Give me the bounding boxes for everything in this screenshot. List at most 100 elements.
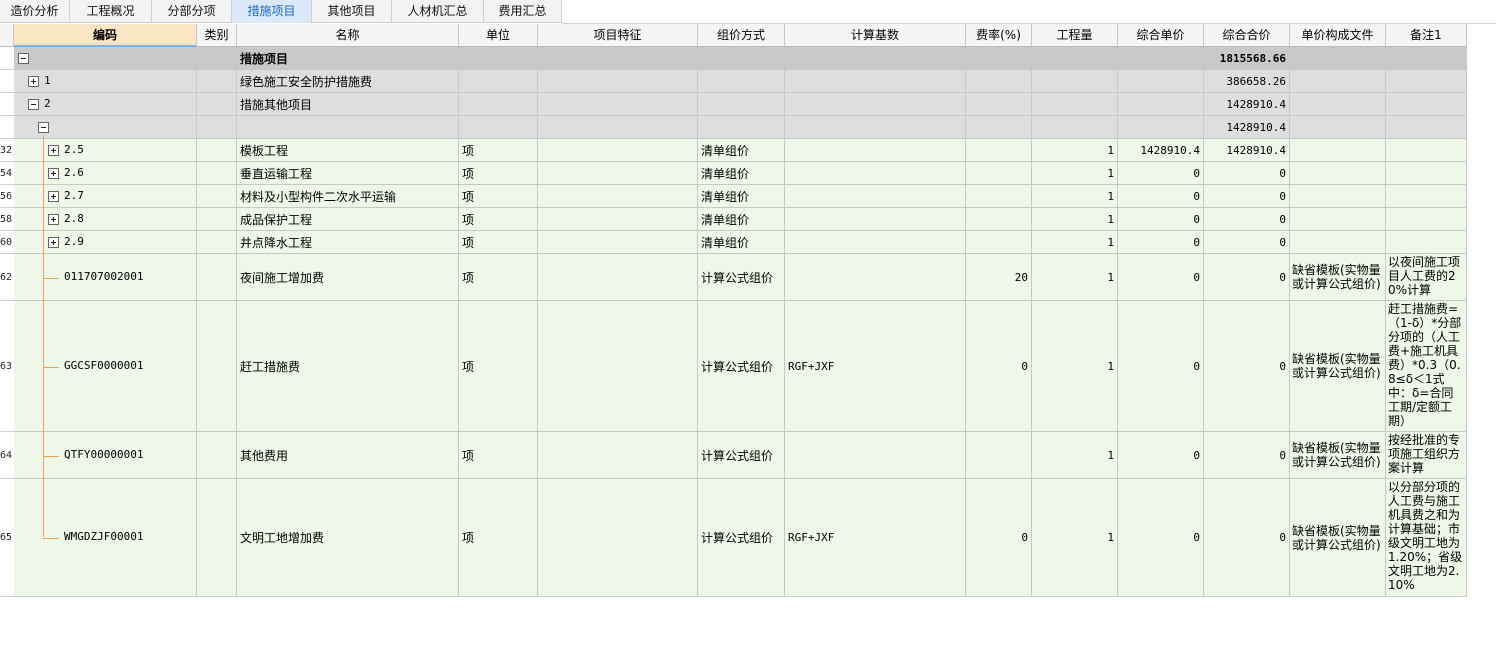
cell-name[interactable]: 垂直运输工程: [237, 162, 459, 185]
cell-rate[interactable]: [966, 162, 1032, 185]
tab-project-overview[interactable]: 工程概况: [70, 0, 152, 23]
cell-name[interactable]: 模板工程: [237, 139, 459, 162]
cell-base[interactable]: [785, 70, 966, 93]
col-price-file-header[interactable]: 单价构成文件: [1290, 24, 1386, 47]
cell-feature[interactable]: [538, 254, 698, 301]
cell-name[interactable]: 绿色施工安全防护措施费: [237, 70, 459, 93]
cell-unit[interactable]: 项: [459, 254, 538, 301]
cell-unit-price[interactable]: 0: [1118, 254, 1204, 301]
cell-total[interactable]: 1428910.4: [1204, 139, 1290, 162]
table-row[interactable]: 65 WMGDZJF00001 文明工地增加费项计算公式组价 RGF+JXF 0 1 0 0 缺…: [0, 479, 1467, 597]
table-row[interactable]: 54 2.6 垂直运输工程项清单组价 1 0 0: [0, 162, 1467, 185]
cell-base[interactable]: [785, 254, 966, 301]
cell-rate[interactable]: [966, 139, 1032, 162]
cell-rate[interactable]: 0: [966, 479, 1032, 597]
cell-rate[interactable]: [966, 185, 1032, 208]
cell-category[interactable]: [197, 432, 237, 479]
cell-method[interactable]: 计算公式组价: [698, 479, 785, 597]
cell-category[interactable]: [197, 208, 237, 231]
col-unit-price-header[interactable]: 综合单价: [1118, 24, 1204, 47]
cell-method[interactable]: 计算公式组价: [698, 432, 785, 479]
cell-code[interactable]: 2.5: [14, 139, 197, 162]
cell-base[interactable]: [785, 116, 966, 139]
row-number[interactable]: 60: [0, 231, 14, 254]
cell-unit[interactable]: 项: [459, 185, 538, 208]
cell-name[interactable]: 成品保护工程: [237, 208, 459, 231]
cell-remark[interactable]: [1386, 116, 1467, 139]
collapse-icon[interactable]: [18, 53, 29, 64]
cell-rate[interactable]: [966, 231, 1032, 254]
cell-total[interactable]: 0: [1204, 162, 1290, 185]
cell-rate[interactable]: [966, 432, 1032, 479]
cell-category[interactable]: [197, 162, 237, 185]
expand-icon[interactable]: [48, 191, 59, 202]
cell-remark[interactable]: [1386, 208, 1467, 231]
cell-unit[interactable]: 项: [459, 162, 538, 185]
cell-name[interactable]: [237, 116, 459, 139]
table-row[interactable]: 58 2.8 成品保护工程项清单组价 1 0 0: [0, 208, 1467, 231]
cell-remark[interactable]: [1386, 93, 1467, 116]
cell-rate[interactable]: [966, 70, 1032, 93]
cell-code[interactable]: 2: [14, 93, 197, 116]
tab-labor-material-summary[interactable]: 人材机汇总: [392, 0, 484, 23]
cell-feature[interactable]: [538, 116, 698, 139]
row-number[interactable]: 58: [0, 208, 14, 231]
cell-total[interactable]: 1428910.4: [1204, 116, 1290, 139]
cell-total[interactable]: 1815568.66: [1204, 47, 1290, 70]
cell-unit-price[interactable]: 0: [1118, 185, 1204, 208]
cell-price-file[interactable]: [1290, 208, 1386, 231]
cell-remark[interactable]: [1386, 185, 1467, 208]
cell-method[interactable]: [698, 47, 785, 70]
row-number[interactable]: 64: [0, 432, 14, 479]
cell-category[interactable]: [197, 185, 237, 208]
cell-feature[interactable]: [538, 208, 698, 231]
col-base-header[interactable]: 计算基数: [785, 24, 966, 47]
cell-base[interactable]: [785, 208, 966, 231]
cell-qty[interactable]: 1: [1032, 208, 1118, 231]
cell-code[interactable]: 2.6: [14, 162, 197, 185]
cell-total[interactable]: 0: [1204, 479, 1290, 597]
cell-price-file[interactable]: [1290, 47, 1386, 70]
cell-price-file[interactable]: 缺省模板(实物量或计算公式组价): [1290, 432, 1386, 479]
cell-total[interactable]: 0: [1204, 254, 1290, 301]
cell-method[interactable]: [698, 93, 785, 116]
cell-rate[interactable]: [966, 93, 1032, 116]
cell-code[interactable]: QTFY00000001: [14, 432, 197, 479]
collapse-icon[interactable]: [28, 99, 39, 110]
cell-name[interactable]: 其他费用: [237, 432, 459, 479]
cell-price-file[interactable]: [1290, 139, 1386, 162]
collapse-icon[interactable]: [38, 122, 49, 133]
cell-name[interactable]: 夜间施工增加费: [237, 254, 459, 301]
col-unit-header[interactable]: 单位: [459, 24, 538, 47]
cell-rate[interactable]: 0: [966, 301, 1032, 432]
cell-method[interactable]: 清单组价: [698, 231, 785, 254]
cell-qty[interactable]: [1032, 70, 1118, 93]
col-qty-header[interactable]: 工程量: [1032, 24, 1118, 47]
cell-remark[interactable]: 以夜间施工项目人工费的20%计算: [1386, 254, 1467, 301]
cell-unit-price[interactable]: 0: [1118, 479, 1204, 597]
cell-remark[interactable]: 按经批准的专项施工组织方案计算: [1386, 432, 1467, 479]
cell-remark[interactable]: 以分部分项的人工费与施工机具费之和为计算基础；市级文明工地为1.20%；省级文明…: [1386, 479, 1467, 597]
cell-feature[interactable]: [538, 162, 698, 185]
cell-category[interactable]: [197, 116, 237, 139]
table-row[interactable]: 60 2.9 井点降水工程项清单组价 1 0 0: [0, 231, 1467, 254]
cell-unit[interactable]: [459, 70, 538, 93]
expand-icon[interactable]: [48, 214, 59, 225]
cell-unit[interactable]: 项: [459, 139, 538, 162]
cell-unit-price[interactable]: [1118, 116, 1204, 139]
row-number[interactable]: [0, 47, 14, 70]
cell-qty[interactable]: 1: [1032, 162, 1118, 185]
row-number[interactable]: [0, 116, 14, 139]
cell-remark[interactable]: [1386, 47, 1467, 70]
cell-category[interactable]: [197, 254, 237, 301]
cell-unit[interactable]: 项: [459, 208, 538, 231]
cell-total[interactable]: 0: [1204, 231, 1290, 254]
cell-base[interactable]: [785, 162, 966, 185]
cell-method[interactable]: [698, 70, 785, 93]
row-number[interactable]: 56: [0, 185, 14, 208]
cell-method[interactable]: 计算公式组价: [698, 301, 785, 432]
cell-unit-price[interactable]: 0: [1118, 208, 1204, 231]
cell-category[interactable]: [197, 139, 237, 162]
cell-remark[interactable]: [1386, 231, 1467, 254]
table-row[interactable]: 62 011707002001 夜间施工增加费项计算公式组价 20 1 0 0 缺省模板(实物…: [0, 254, 1467, 301]
